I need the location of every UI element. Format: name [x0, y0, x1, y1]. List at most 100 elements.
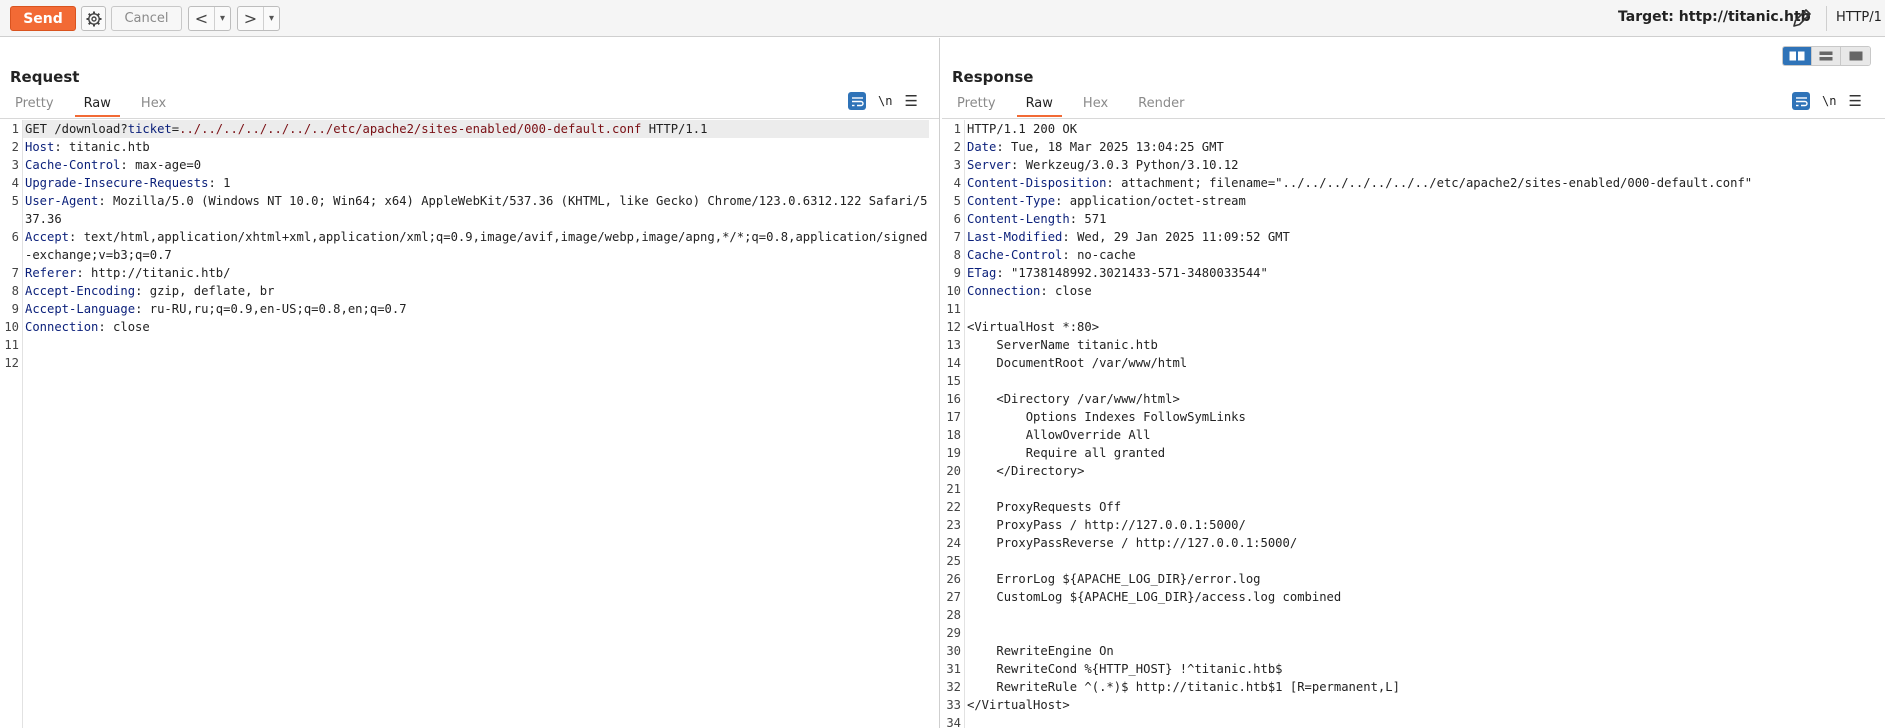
tab-pretty[interactable]: Pretty	[948, 93, 1005, 117]
code-line: 28	[942, 606, 1875, 624]
line-text: Date: Tue, 18 Mar 2025 13:04:25 GMT	[965, 138, 1875, 156]
line-number: 6	[953, 212, 961, 226]
tab-raw[interactable]: Raw	[74, 93, 120, 117]
word-wrap-toggle[interactable]	[1792, 92, 1810, 110]
settings-button[interactable]	[81, 6, 106, 31]
line-number: 24	[946, 536, 961, 550]
text-segment: <VirtualHost *:80>	[967, 320, 1100, 334]
text-segment: : close	[1040, 284, 1092, 298]
code-line: 3 Cache-Control: max-age=0	[0, 156, 929, 174]
line-text: Connection: close	[23, 318, 929, 336]
line-text: Content-Type: application/octet-stream	[965, 192, 1875, 210]
line-text: <Directory /var/www/html>	[965, 390, 1875, 408]
tabs-divider	[942, 118, 1885, 119]
word-wrap-toggle[interactable]	[848, 92, 866, 110]
line-text: RewriteEngine On	[965, 642, 1875, 660]
code-line: 4 Upgrade-Insecure-Requests: 1	[0, 174, 929, 192]
forward-history-dropdown[interactable]: ▾	[264, 13, 279, 24]
line-number: 11	[946, 302, 961, 316]
request-pane: Request Pretty Raw Hex \n ☰ 1 GET /downlo…	[0, 38, 940, 728]
line-number: 2	[11, 140, 19, 154]
line-number: 17	[946, 410, 961, 424]
tab-hex[interactable]: Hex	[1074, 93, 1117, 117]
line-number: 22	[946, 500, 961, 514]
line-text	[965, 552, 1875, 570]
code-line: 31 RewriteCond %{HTTP_HOST} !^titanic.ht…	[942, 660, 1875, 678]
line-number: 26	[946, 572, 961, 586]
code-line: 8 Cache-Control: no-cache	[942, 246, 1875, 264]
text-segment: : max-age=0	[120, 158, 202, 172]
line-text: Last-Modified: Wed, 29 Jan 2025 11:09:52…	[965, 228, 1875, 246]
line-number: 12	[4, 356, 19, 370]
text-segment: CustomLog ${APACHE_LOG_DIR}/access.log c…	[967, 590, 1342, 604]
rows-icon	[1819, 51, 1833, 61]
tab-hex[interactable]: Hex	[132, 93, 175, 117]
tab-render[interactable]: Render	[1129, 93, 1193, 117]
layout-tabs-button[interactable]	[1841, 47, 1870, 65]
hamburger-menu-icon[interactable]: ☰	[904, 92, 917, 110]
line-text: <VirtualHost *:80>	[965, 318, 1875, 336]
layout-side-by-side-button[interactable]	[1783, 47, 1812, 65]
request-editor[interactable]: 1 GET /download?ticket=../../../../../../…	[0, 120, 939, 728]
code-line: 12 <VirtualHost *:80>	[942, 318, 1875, 336]
hamburger-menu-icon[interactable]: ☰	[1848, 92, 1861, 110]
header-name: Accept-Encoding	[25, 284, 136, 298]
line-text: Accept-Encoding: gzip, deflate, br	[23, 282, 929, 300]
header-name: User-Agent	[25, 194, 99, 208]
response-lines: 1 HTTP/1.1 200 OK 2 Date: Tue, 18 Mar 2025 …	[942, 120, 1875, 728]
line-text: Upgrade-Insecure-Requests: 1	[23, 174, 929, 192]
line-text: </VirtualHost>	[965, 696, 1875, 714]
tabs-divider	[0, 118, 939, 119]
text-segment: </VirtualHost>	[967, 698, 1070, 712]
line-number: 7	[953, 230, 961, 244]
line-text	[965, 714, 1875, 728]
http-version-selector[interactable]: HTTP/1	[1836, 10, 1882, 25]
back-history-dropdown[interactable]: ▾	[215, 13, 230, 24]
show-newlines-toggle[interactable]: \n	[1822, 94, 1836, 108]
code-line: 5 User-Agent: Mozilla/5.0 (Windows NT 10.…	[0, 192, 929, 228]
line-text	[23, 354, 929, 372]
line-text: Connection: close	[965, 282, 1875, 300]
send-button[interactable]: Send	[10, 6, 76, 31]
text-segment: : Tue, 18 Mar 2025 13:04:25 GMT	[996, 140, 1224, 154]
line-number: 8	[953, 248, 961, 262]
header-name: Content-Type	[967, 194, 1056, 208]
edit-target-button[interactable]	[1790, 6, 1814, 30]
code-line: 25	[942, 552, 1875, 570]
line-number: 18	[946, 428, 961, 442]
response-editor-tools: \n ☰	[1792, 92, 1862, 110]
line-number: 10	[4, 320, 19, 334]
text-segment: : text/html,application/xhtml+xml,applic…	[25, 230, 928, 262]
header-name: Server	[967, 158, 1012, 172]
tab-raw[interactable]: Raw	[1016, 93, 1062, 117]
param-value: ../../../../../../../etc/apache2/sites-e…	[179, 122, 642, 136]
response-editor[interactable]: 1 HTTP/1.1 200 OK 2 Date: Tue, 18 Mar 2025 …	[942, 120, 1885, 728]
line-text: User-Agent: Mozilla/5.0 (Windows NT 10.0…	[23, 192, 929, 228]
code-line: 16 <Directory /var/www/html>	[942, 390, 1875, 408]
tab-pretty[interactable]: Pretty	[6, 93, 63, 117]
code-line: 14 DocumentRoot /var/www/html	[942, 354, 1875, 372]
layout-stacked-button[interactable]	[1812, 47, 1841, 65]
header-name: Date	[967, 140, 997, 154]
line-number: 7	[11, 266, 19, 280]
response-pane: Response Pretty Raw Hex Render \n ☰ 1 HTT…	[942, 38, 1885, 728]
line-text	[965, 480, 1875, 498]
code-line: 12	[0, 354, 929, 372]
line-text	[23, 336, 929, 354]
back-button[interactable]: < ▾	[188, 6, 231, 31]
line-number: 8	[11, 284, 19, 298]
text-segment: RewriteRule ^(.*)$ http://titanic.htb$1 …	[967, 680, 1400, 694]
forward-button[interactable]: > ▾	[237, 6, 280, 31]
line-text: </Directory>	[965, 462, 1875, 480]
text-segment: : gzip, deflate, br	[135, 284, 275, 298]
line-text: Content-Disposition: attachment; filenam…	[965, 174, 1875, 192]
line-text: RewriteCond %{HTTP_HOST} !^titanic.htb$	[965, 660, 1875, 678]
cancel-button[interactable]: Cancel	[111, 6, 182, 31]
code-line: 11	[942, 300, 1875, 318]
line-text: HTTP/1.1 200 OK	[965, 120, 1875, 138]
line-text: Options Indexes FollowSymLinks	[965, 408, 1875, 426]
show-newlines-toggle[interactable]: \n	[878, 94, 892, 108]
code-line: 8 Accept-Encoding: gzip, deflate, br	[0, 282, 929, 300]
line-text: Accept: text/html,application/xhtml+xml,…	[23, 228, 929, 264]
line-number: 33	[946, 698, 961, 712]
